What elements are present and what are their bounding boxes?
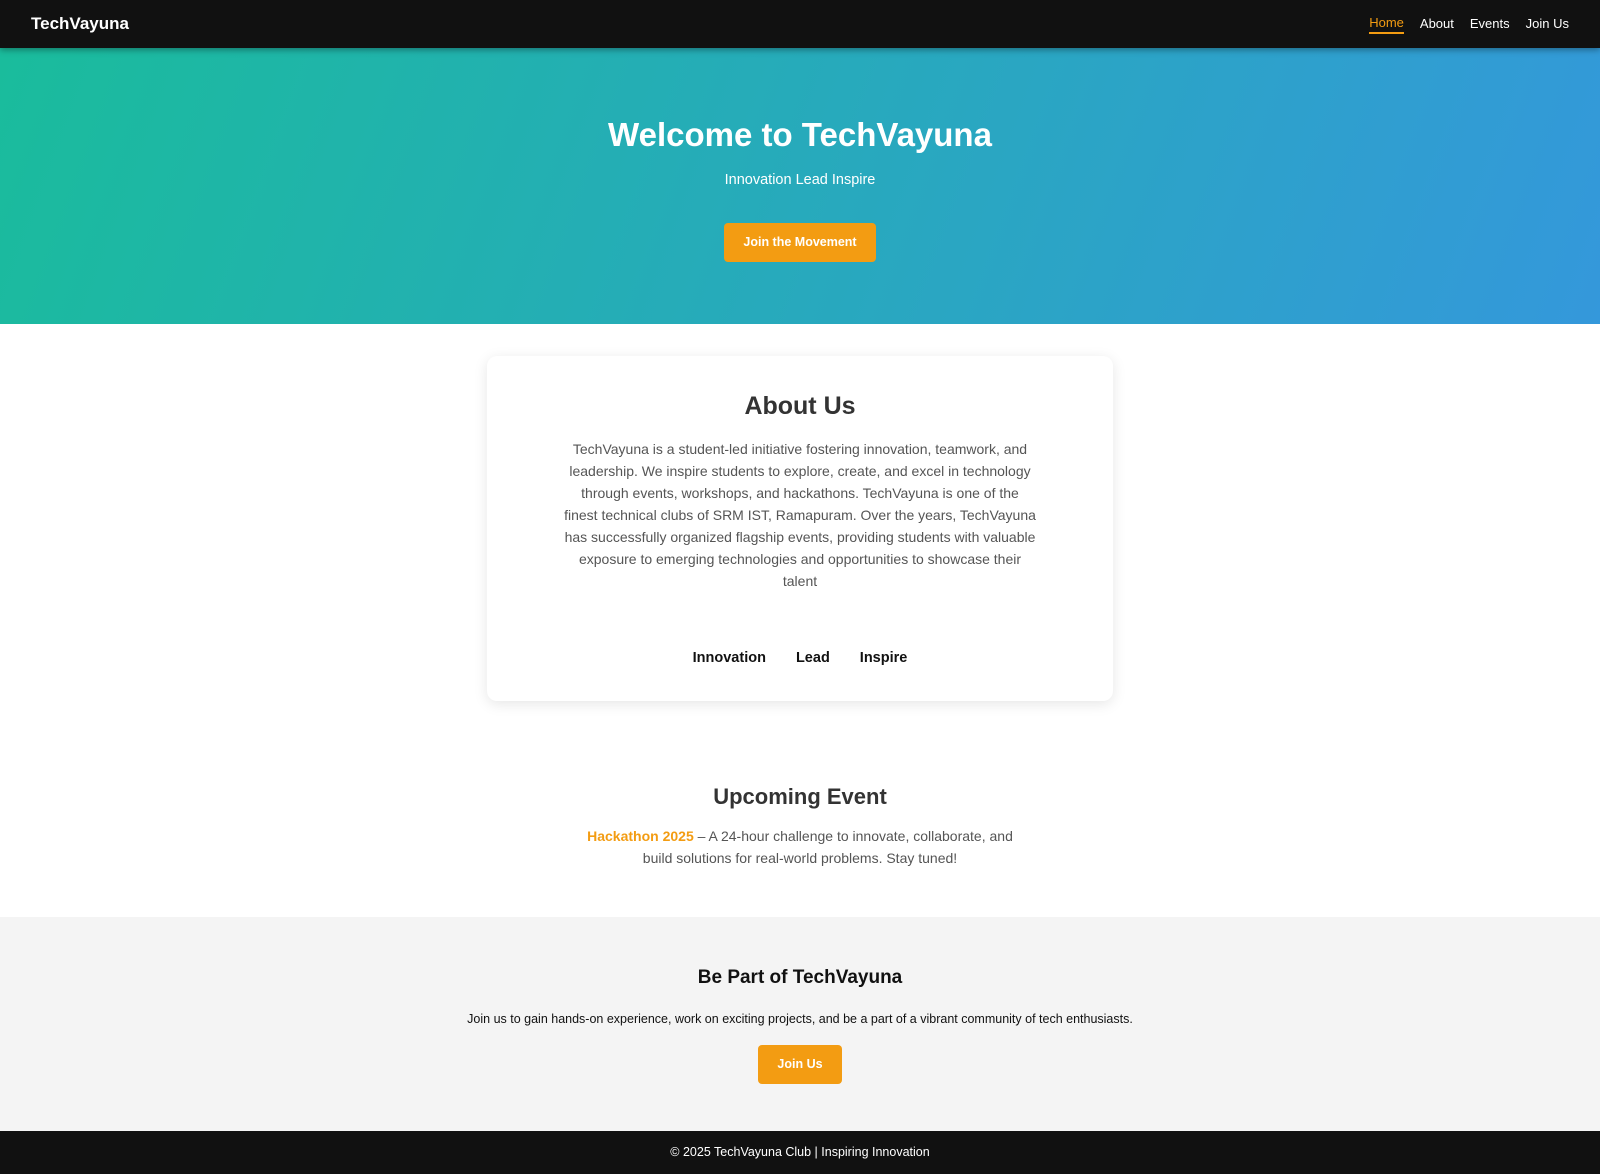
- join-section: Be Part of TechVayuna Join us to gain ha…: [0, 917, 1600, 1131]
- value-inspire: Inspire: [859, 650, 908, 666]
- join-the-movement-button[interactable]: Join the Movement: [724, 223, 876, 262]
- nav-links: Home About Events Join Us: [1353, 15, 1569, 34]
- event-description-text: – A 24-hour challenge to innovate, colla…: [642, 828, 1013, 866]
- value-lead: Lead: [795, 650, 830, 666]
- nav-link-about[interactable]: About: [1420, 16, 1454, 33]
- footer-text: © 2025 TechVayuna Club | Inspiring Innov…: [670, 1145, 930, 1159]
- hero-tagline: Innovation Lead Inspire: [724, 172, 876, 188]
- nav-link-join-us[interactable]: Join Us: [1526, 16, 1569, 33]
- values-row: Innovation Lead Inspire: [487, 650, 1113, 666]
- join-title: Be Part of TechVayuna: [697, 967, 903, 988]
- brand-logo-text[interactable]: TechVayuna: [31, 14, 129, 34]
- about-description: TechVayuna is a student-led initiative f…: [564, 441, 1036, 589]
- event-name-highlight: Hackathon 2025: [587, 828, 694, 844]
- hero-title: Welcome to TechVayuna: [608, 116, 992, 153]
- about-title: About Us: [744, 392, 856, 420]
- nav-link-events[interactable]: Events: [1470, 16, 1510, 33]
- event-title: Upcoming Event: [713, 784, 887, 809]
- top-navbar: TechVayuna Home About Events Join Us: [0, 0, 1600, 48]
- value-innovation: Innovation: [692, 650, 766, 666]
- join-text: Join us to gain hands-on experience, wor…: [467, 1012, 1133, 1026]
- hero-section: Welcome to TechVayuna Innovation Lead In…: [0, 48, 1600, 324]
- nav-link-home[interactable]: Home: [1369, 15, 1404, 34]
- about-card: About Us TechVayuna is a student-led ini…: [487, 356, 1113, 701]
- join-us-button[interactable]: Join Us: [758, 1045, 842, 1084]
- event-description: Hackathon 2025 – A 24-hour challenge to …: [582, 825, 1018, 869]
- footer: © 2025 TechVayuna Club | Inspiring Innov…: [0, 1131, 1600, 1174]
